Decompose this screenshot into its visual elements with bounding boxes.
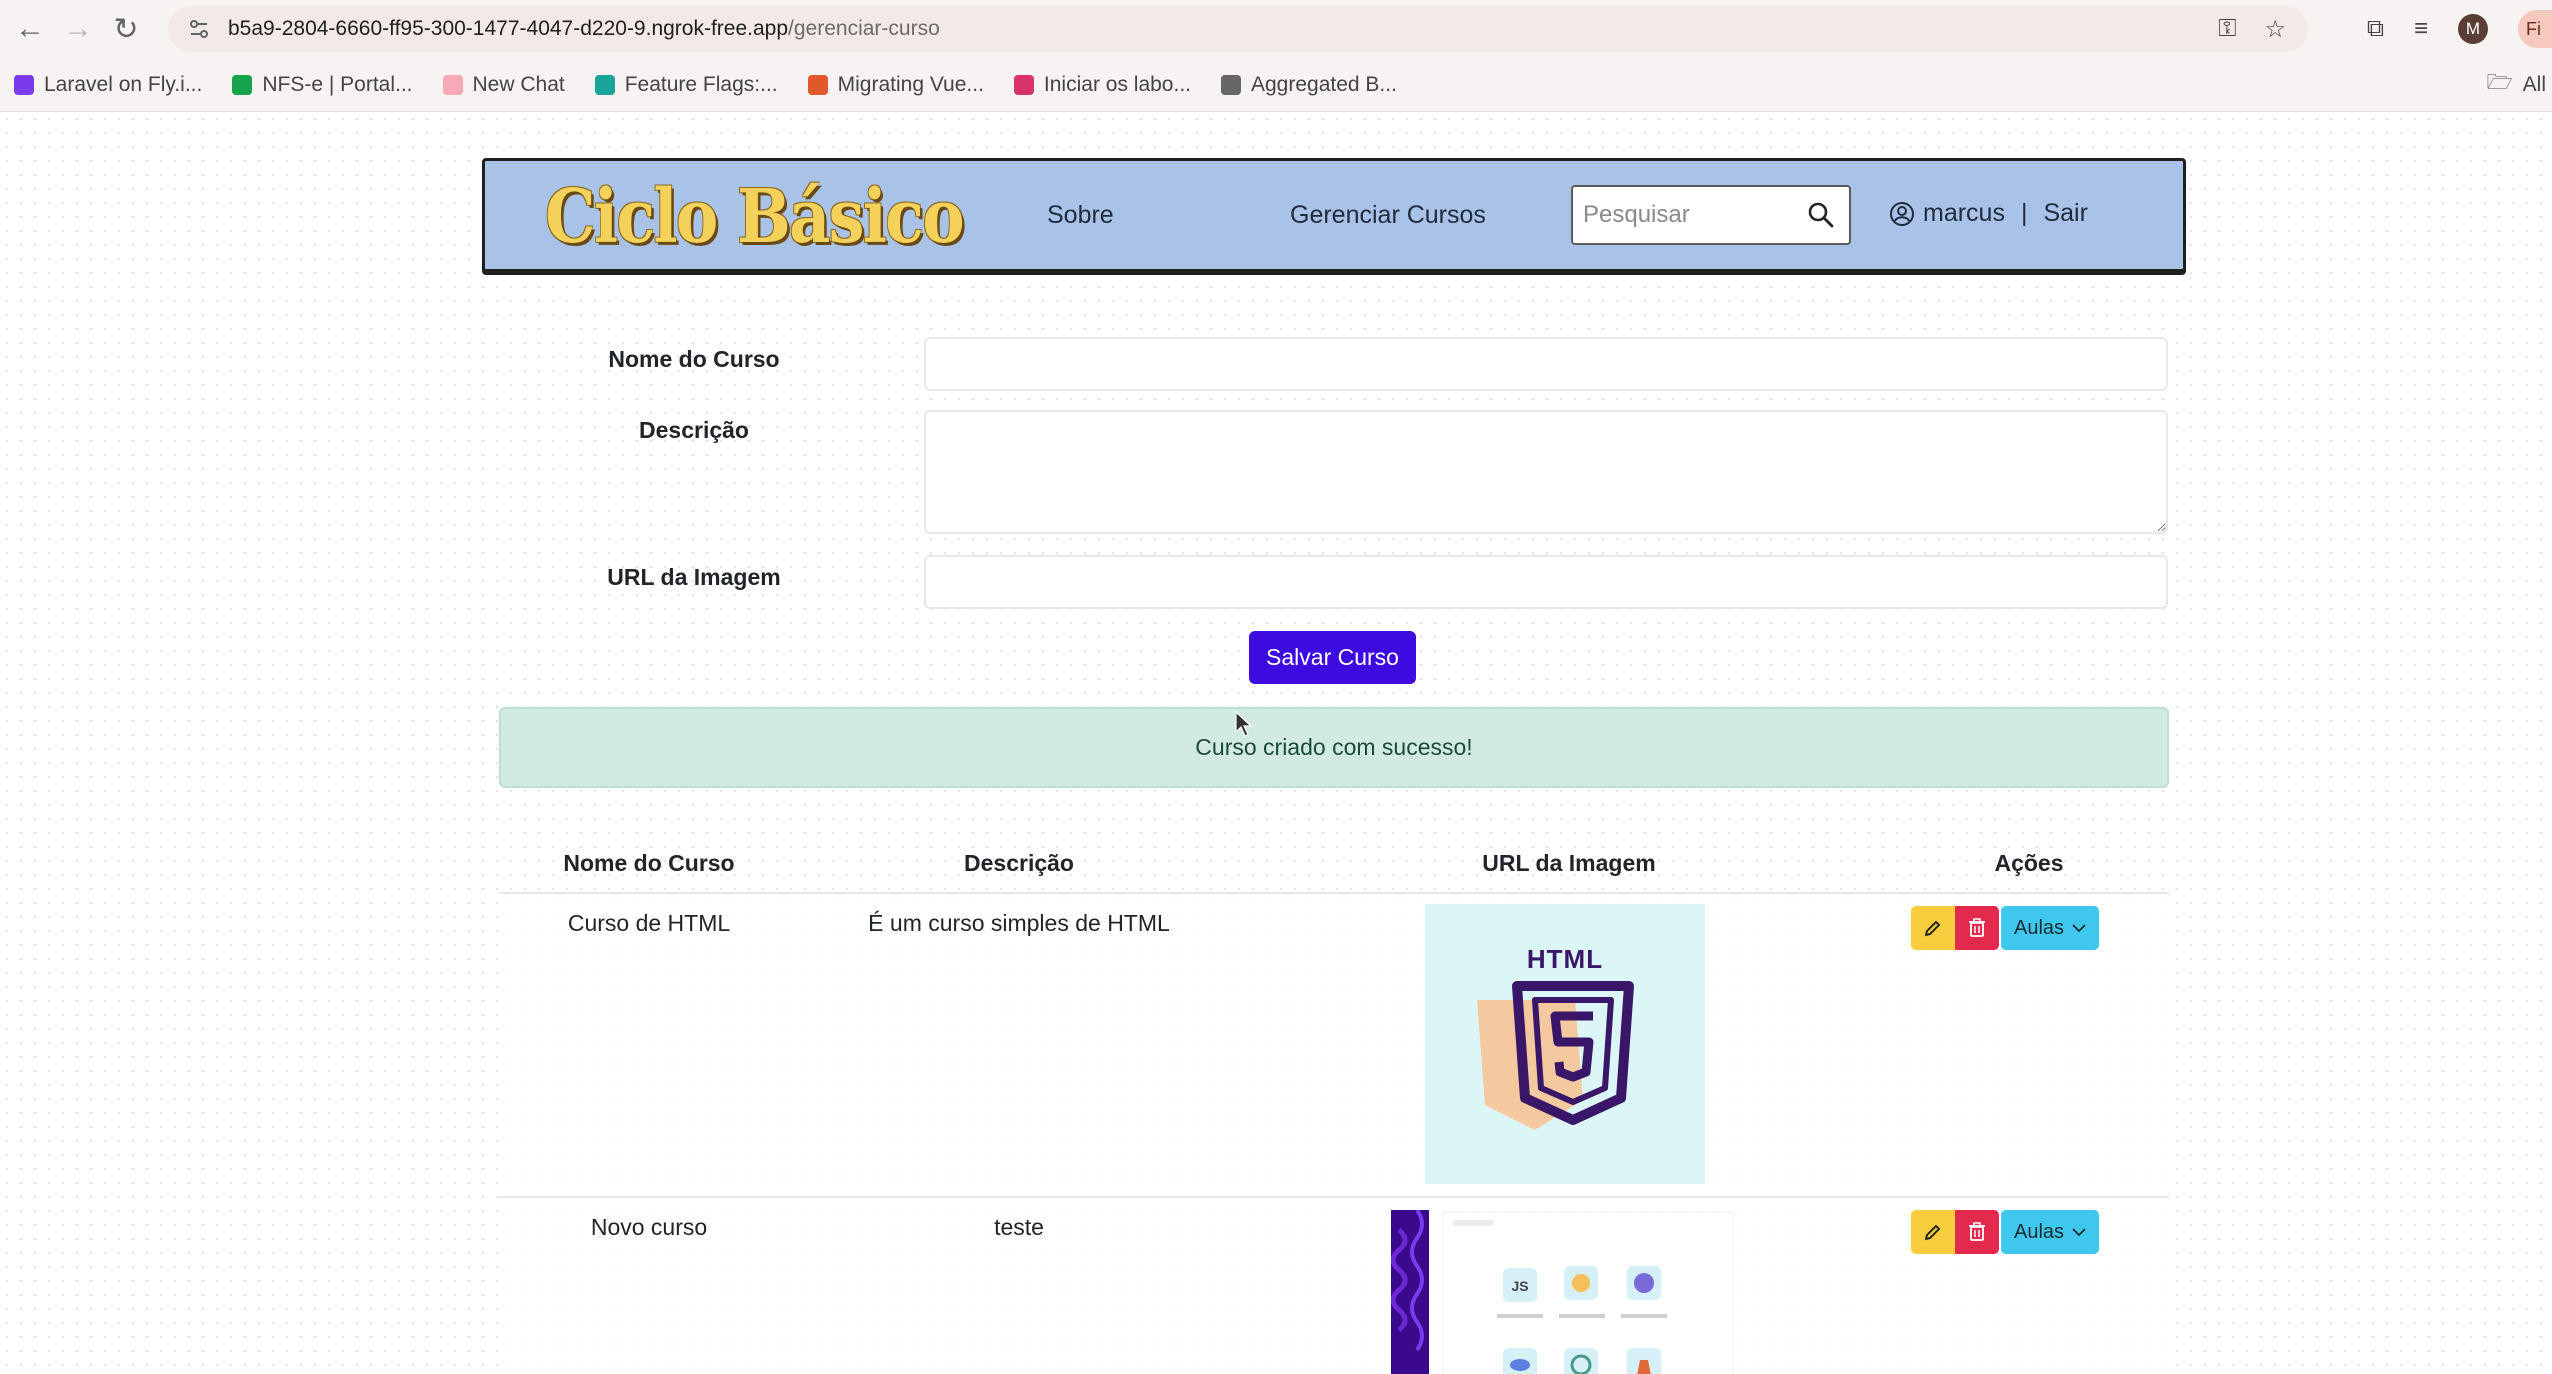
search-icon[interactable]: [1807, 201, 1835, 229]
search-box: [1571, 185, 1851, 245]
nav-sobre-link[interactable]: Sobre: [1047, 201, 1114, 230]
bookmarks-bar: Laravel on Fly.i... NFS-e | Portal... New …: [0, 58, 2552, 112]
bookmark-favicon-icon: [807, 74, 828, 95]
back-icon[interactable]: ←: [6, 5, 54, 53]
course-description-cell: É um curso simples de HTML: [868, 910, 1170, 936]
row-actions: Aulas: [1911, 1210, 2099, 1254]
profile-avatar[interactable]: M: [2458, 14, 2488, 44]
user-circle-icon: [1890, 201, 1914, 226]
bookmark-label: Aggregated B...: [1251, 72, 1397, 96]
bookmark-item[interactable]: New Chat: [442, 72, 565, 97]
bookmark-item[interactable]: NFS-e | Portal...: [232, 72, 413, 97]
pencil-icon: [1924, 1224, 1941, 1241]
bookmark-label: Feature Flags:...: [624, 72, 778, 96]
aulas-dropdown-button[interactable]: Aulas: [2001, 1210, 2099, 1254]
bookmark-star-icon[interactable]: ☆: [2264, 15, 2286, 44]
header-acoes: Ações: [1994, 850, 2064, 876]
row-actions: Aulas: [1911, 906, 2099, 950]
nav-gerenciar-cursos-link[interactable]: Gerenciar Cursos: [1290, 201, 1486, 230]
bookmark-favicon-icon: [1013, 74, 1034, 95]
table-row: Curso de HTML É um curso simples de HTML…: [499, 894, 2169, 1198]
edit-button[interactable]: [1911, 906, 1955, 950]
site-logo[interactable]: Ciclo Básico: [545, 171, 965, 263]
success-alert: Curso criado com sucesso!: [499, 707, 2169, 788]
page-body: Ciclo Básico Sobre Gerenciar Cursos marc…: [0, 112, 2552, 1374]
bookmark-label: NFS-e | Portal...: [262, 72, 413, 96]
username-label: marcus: [1923, 199, 2005, 227]
pencil-icon: [1924, 920, 1941, 937]
code-tech-collage-image: JS: [1391, 1210, 1734, 1374]
all-bookmarks-label: All: [2522, 73, 2546, 96]
bookmark-favicon-icon: [442, 74, 463, 95]
url-text: b5a9-2804-6660-ff95-300-1477-4047-d220-9…: [228, 17, 940, 41]
table-row: Novo curso teste JS Aulas: [499, 1198, 2169, 1374]
bookmark-label: Migrating Vue...: [837, 72, 984, 96]
aulas-label: Aulas: [2013, 1220, 2065, 1243]
course-name-cell: Curso de HTML: [567, 910, 731, 936]
extensions-icon[interactable]: ⧉: [2367, 15, 2384, 43]
courses-table-header: Nome do Curso Descrição URL da Imagem Aç…: [499, 832, 2169, 894]
course-description-cell: teste: [994, 1214, 1044, 1240]
trash-icon: [1969, 1222, 1985, 1241]
folder-icon: 🗁: [2486, 70, 2513, 94]
course-name-cell: Novo curso: [590, 1214, 708, 1240]
site-info-icon[interactable]: [186, 16, 212, 42]
bookmark-item[interactable]: Migrating Vue...: [807, 72, 984, 97]
user-area: marcus | Sair: [1889, 199, 2088, 228]
salvar-curso-button[interactable]: Salvar Curso: [1249, 631, 1416, 684]
aulas-dropdown-button[interactable]: Aulas: [2001, 906, 2099, 950]
bookmark-item[interactable]: Feature Flags:...: [594, 72, 778, 97]
delete-button[interactable]: [1955, 1210, 1999, 1254]
success-alert-message: Curso criado com sucesso!: [1195, 734, 1473, 760]
bookmark-item[interactable]: Aggregated B...: [1221, 73, 1397, 97]
header-descricao: Descrição: [964, 850, 1074, 876]
user-separator: |: [2020, 199, 2028, 227]
aulas-label: Aulas: [2013, 916, 2065, 939]
bookmark-label: Laravel on Fly.i...: [44, 72, 203, 96]
mouse-cursor-icon: [1235, 710, 1253, 737]
nome-do-curso-label: Nome do Curso: [608, 346, 780, 372]
search-input[interactable]: [1573, 201, 1793, 229]
delete-button[interactable]: [1955, 906, 1999, 950]
descricao-label: Descrição: [639, 417, 749, 443]
html-image-label: HTML: [1526, 944, 1604, 974]
chevron-down-icon: [2072, 1228, 2086, 1237]
bookmark-favicon-icon: [594, 74, 615, 95]
header-url-da-imagem: URL da Imagem: [1482, 850, 1656, 876]
chevron-down-icon: [2072, 924, 2086, 933]
bookmark-item[interactable]: Laravel on Fly.i...: [14, 73, 202, 97]
course-image-code: JS: [1391, 1210, 1737, 1374]
bookmark-label: Iniciar os labo...: [1043, 72, 1191, 96]
password-key-icon[interactable]: ⚿: [2218, 15, 2236, 43]
forward-icon[interactable]: →: [54, 5, 102, 53]
bookmark-favicon-icon: [232, 74, 253, 95]
bookmark-item[interactable]: Iniciar os labo...: [1013, 72, 1191, 97]
bookmark-favicon-icon: [14, 74, 34, 95]
nome-do-curso-input[interactable]: [924, 337, 2168, 391]
bookmark-label: New Chat: [472, 72, 565, 96]
profile-pill[interactable]: Fi: [2518, 10, 2552, 48]
url-host: b5a9-2804-6660-ff95-300-1477-4047-d220-9…: [228, 17, 789, 40]
address-bar[interactable]: b5a9-2804-6660-ff95-300-1477-4047-d220-9…: [168, 6, 2308, 52]
trash-icon: [1969, 918, 1985, 937]
all-bookmarks[interactable]: 🗁 All: [2487, 58, 2552, 112]
url-da-imagem-label: URL da Imagem: [607, 564, 781, 590]
html5-shield-icon: [1477, 981, 1634, 1130]
header-nome-do-curso: Nome do Curso: [563, 850, 735, 876]
svg-text:JS: JS: [1511, 1278, 1528, 1294]
logout-link[interactable]: Sair: [2043, 199, 2087, 228]
media-queue-icon[interactable]: ≡: [2414, 15, 2428, 43]
site-header: Ciclo Básico Sobre Gerenciar Cursos marc…: [482, 158, 2186, 272]
url-da-imagem-input[interactable]: [924, 555, 2168, 609]
edit-button[interactable]: [1911, 1210, 1955, 1254]
course-image-html: HTML: [1425, 904, 1705, 1184]
reload-icon[interactable]: ↻: [102, 5, 150, 53]
bookmark-favicon-icon: [1221, 74, 1241, 95]
descricao-textarea[interactable]: [924, 410, 2168, 534]
url-path: /gerenciar-curso: [788, 17, 940, 40]
browser-toolbar: ← → ↻ b5a9-2804-6660-ff95-300-1477-4047-…: [0, 0, 2552, 58]
